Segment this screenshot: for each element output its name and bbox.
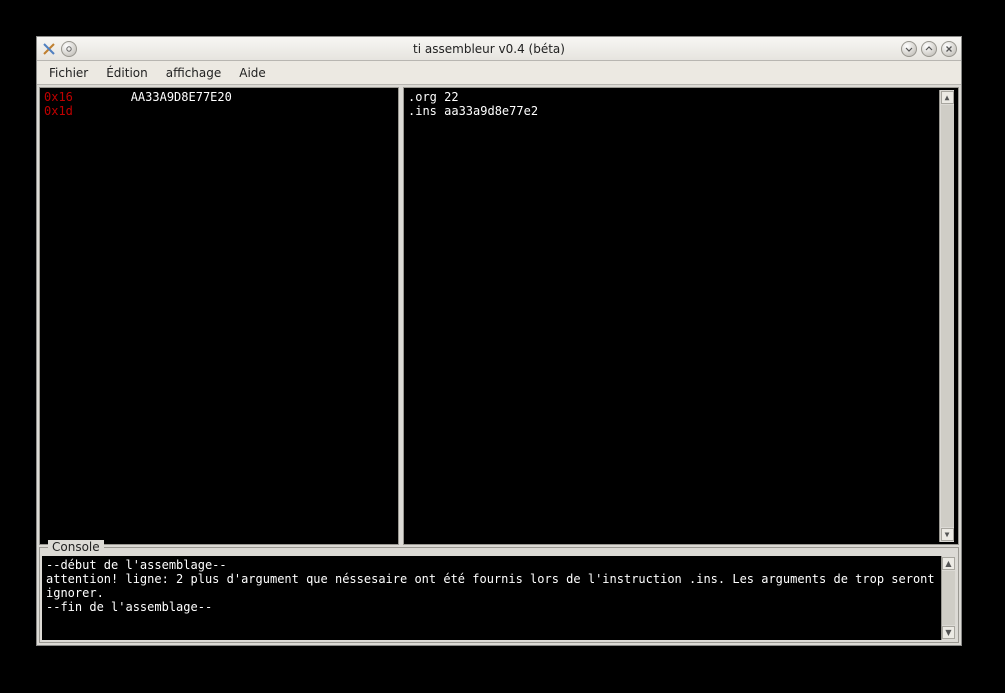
console-output[interactable]: --début de l'assemblage--attention! lign…: [42, 556, 941, 640]
console-line: --fin de l'assemblage--: [46, 600, 937, 614]
titlebar[interactable]: ti assembleur v0.4 (béta): [37, 37, 961, 61]
menu-edit[interactable]: Édition: [98, 63, 156, 83]
hex-bytes: AA33A9D8E77E20: [73, 90, 232, 104]
source-pane[interactable]: .org 22.ins aa33a9d8e77e2: [408, 90, 939, 542]
close-button[interactable]: [941, 41, 957, 57]
hex-row: 0x1d: [44, 104, 394, 118]
menu-help[interactable]: Aide: [231, 63, 274, 83]
console-scroll-down-icon[interactable]: ▼: [942, 626, 955, 639]
scroll-down-icon[interactable]: ▼: [941, 528, 954, 541]
hex-pane[interactable]: 0x16 AA33A9D8E77E200x1d: [39, 87, 399, 545]
scroll-up-icon[interactable]: ▲: [941, 91, 954, 104]
content-area: 0x16 AA33A9D8E77E200x1d .org 22.ins aa33…: [37, 85, 961, 645]
window-controls: [901, 41, 957, 57]
console-scroll-up-icon[interactable]: ▲: [942, 557, 955, 570]
menu-view[interactable]: affichage: [158, 63, 230, 83]
console-scrollbar[interactable]: ▲ ▼: [941, 556, 956, 640]
main-window: ti assembleur v0.4 (béta) Fichier Éditio…: [36, 36, 962, 646]
window-title: ti assembleur v0.4 (béta): [81, 42, 897, 56]
console-scroll-track[interactable]: [942, 571, 955, 625]
source-scrollbar[interactable]: ▲ ▼: [939, 90, 954, 542]
console-line: attention! ligne: 2 plus d'argument que …: [46, 572, 937, 600]
menu-file[interactable]: Fichier: [41, 63, 96, 83]
console-frame: Console --début de l'assemblage--attenti…: [39, 547, 959, 643]
window-shadow: ti assembleur v0.4 (béta) Fichier Éditio…: [36, 36, 962, 646]
console-label: Console: [48, 540, 104, 554]
editor-panes: 0x16 AA33A9D8E77E200x1d .org 22.ins aa33…: [39, 87, 959, 545]
menubar: Fichier Édition affichage Aide: [37, 61, 961, 85]
source-line: .ins aa33a9d8e77e2: [408, 104, 939, 118]
minimize-button[interactable]: [901, 41, 917, 57]
console-line: --début de l'assemblage--: [46, 558, 937, 572]
hex-bytes: [73, 104, 131, 118]
app-icon: [41, 41, 57, 57]
hex-address: 0x16: [44, 90, 73, 104]
rollup-button[interactable]: [61, 41, 77, 57]
scroll-track[interactable]: [941, 105, 954, 527]
source-line: .org 22: [408, 90, 939, 104]
hex-row: 0x16 AA33A9D8E77E20: [44, 90, 394, 104]
source-pane-wrap: .org 22.ins aa33a9d8e77e2 ▲ ▼: [403, 87, 959, 545]
maximize-button[interactable]: [921, 41, 937, 57]
hex-address: 0x1d: [44, 104, 73, 118]
